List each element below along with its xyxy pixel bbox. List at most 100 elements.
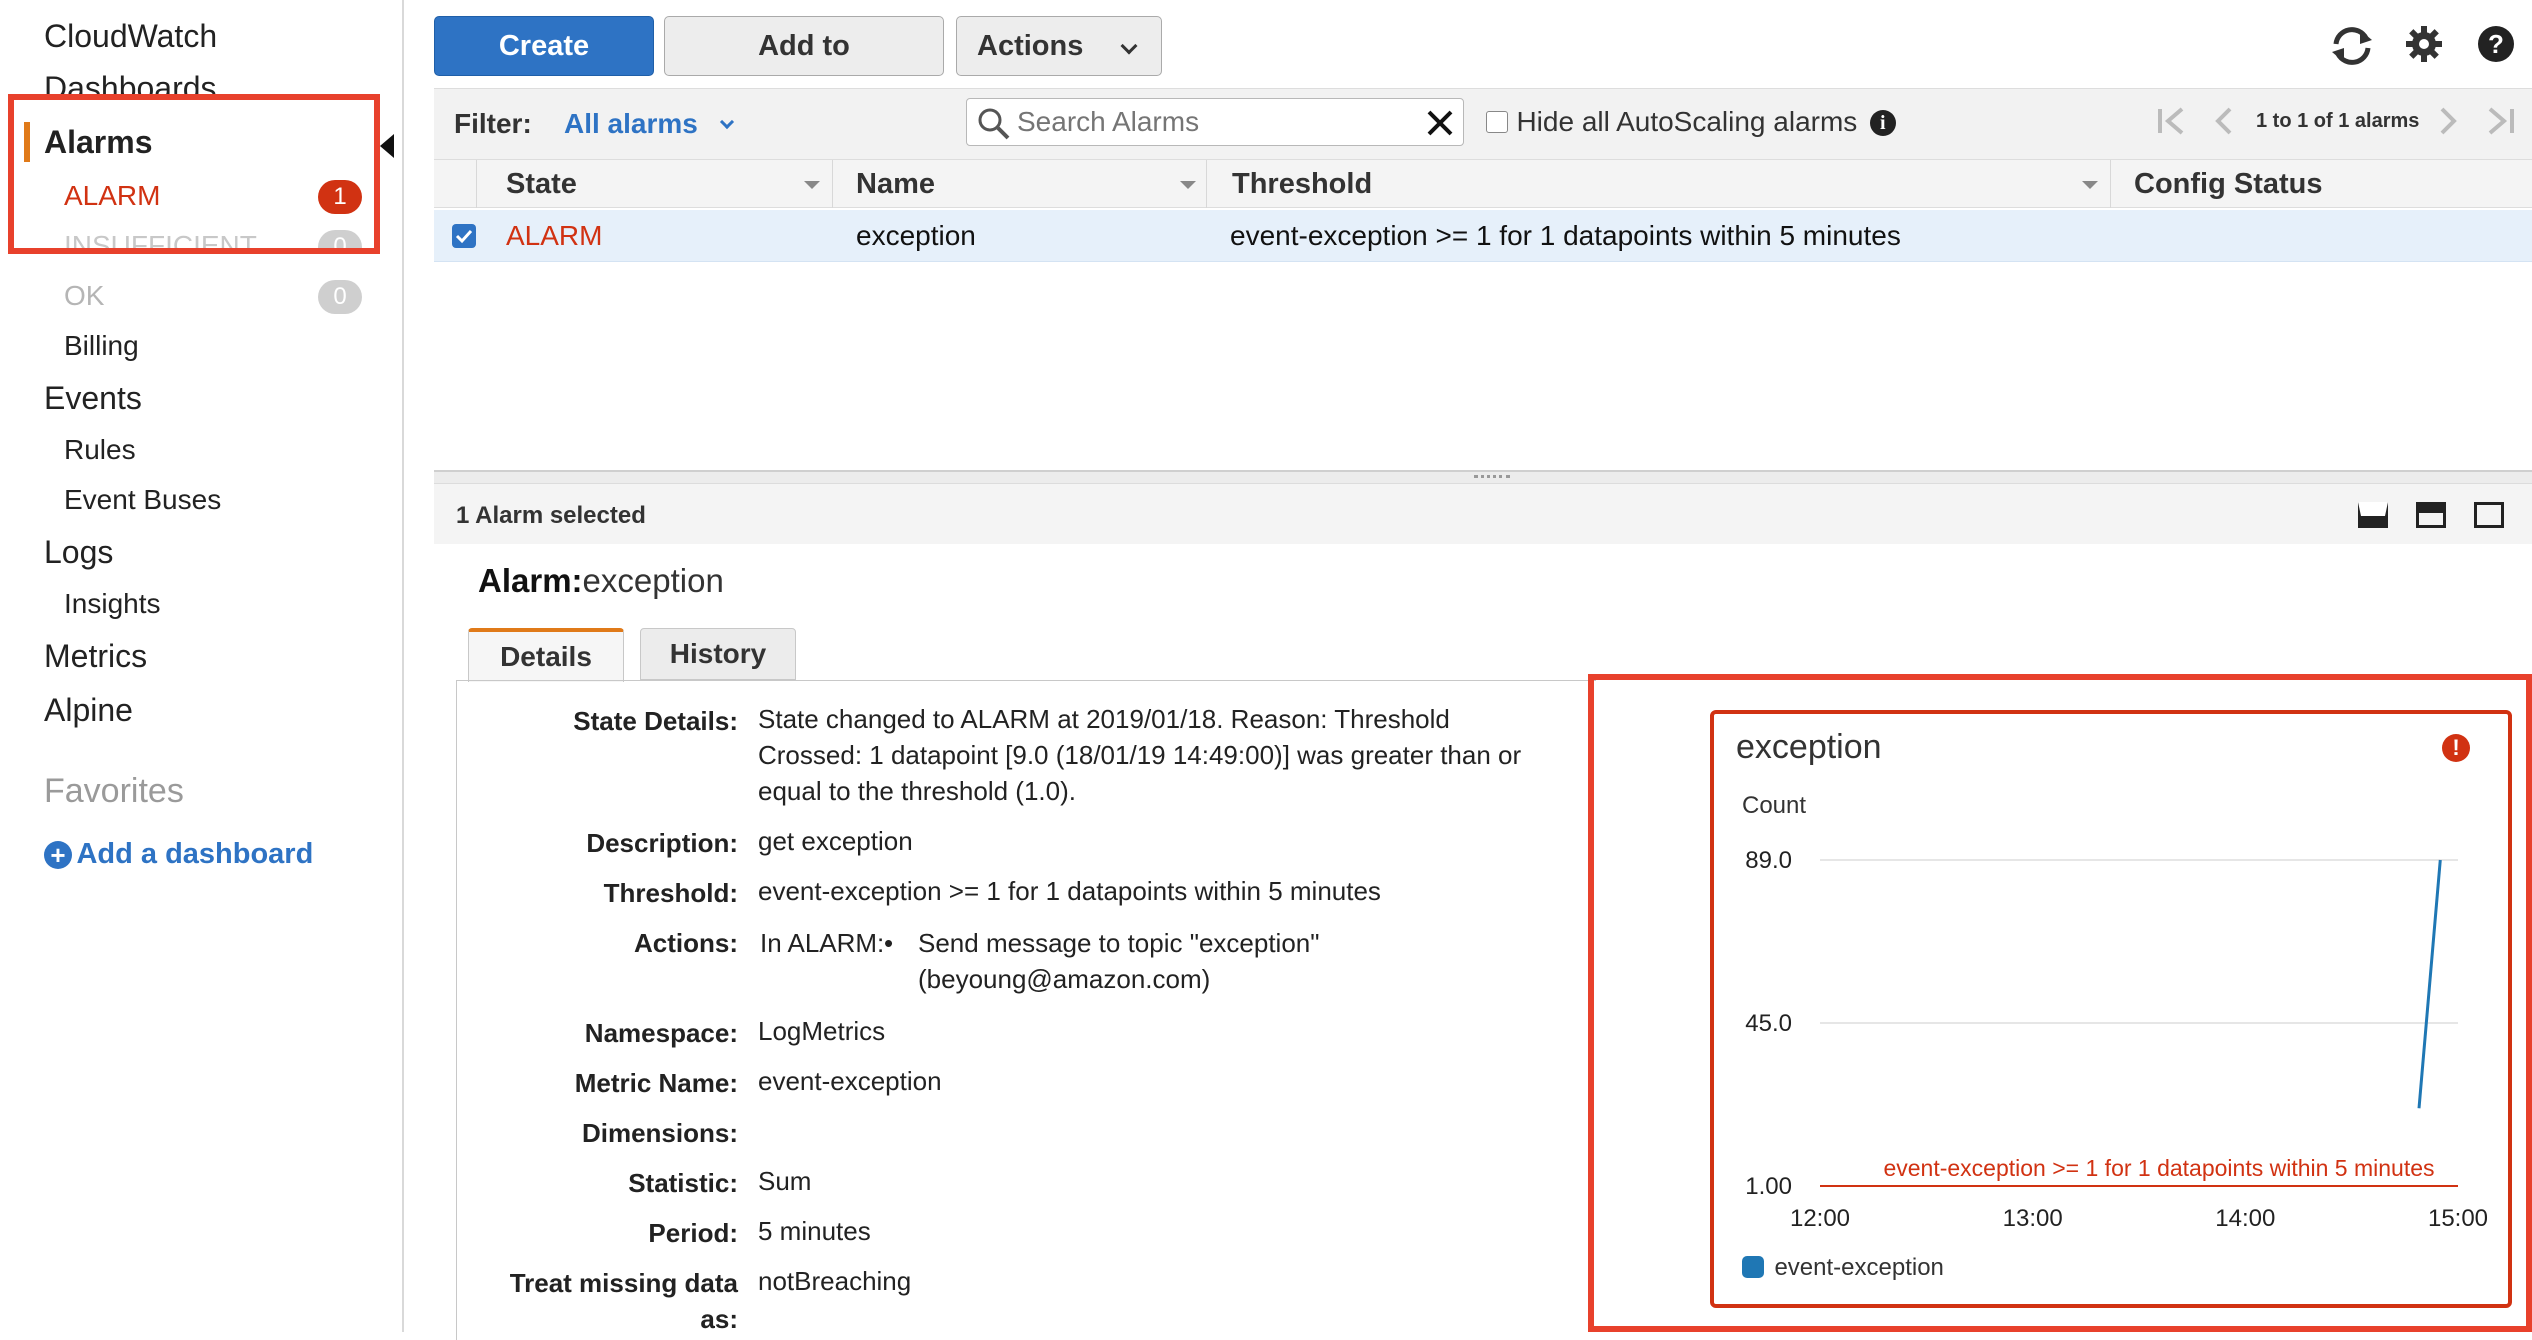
sidebar-item-metrics[interactable]: Metrics	[44, 638, 147, 675]
actions-line-1: Send message to topic "exception"	[918, 928, 1320, 958]
hide-autoscaling-checkbox[interactable]	[1486, 111, 1508, 133]
sidebar-item-event-buses[interactable]: Event Buses	[64, 484, 221, 516]
selection-bar	[434, 484, 2532, 544]
search-input[interactable]	[1015, 103, 1385, 141]
sidebar-item-alpine[interactable]: Alpine	[44, 692, 133, 729]
chart-y-label: Count	[1742, 792, 1807, 819]
sidebar-item-billing[interactable]: Billing	[64, 330, 139, 362]
filter-dropdown[interactable]: All alarms	[564, 108, 735, 140]
dock-bottom-icon[interactable]	[2358, 502, 2388, 528]
series-line-event-exception	[2417, 859, 2442, 1109]
x-tick-label: 14:00	[2215, 1205, 2275, 1232]
refresh-icon[interactable]	[2330, 26, 2374, 66]
y-tick-label: 89.0	[1745, 847, 1792, 874]
actions-line-2: (beyoung@amazon.com)	[918, 964, 1211, 994]
gear-icon[interactable]	[2404, 24, 2444, 64]
clear-search-icon[interactable]	[1425, 108, 1455, 138]
namespace-label: Namespace:	[584, 1018, 738, 1048]
alarm-title-prefix: Alarm:	[478, 562, 583, 599]
legend-label: event-exception	[1774, 1254, 1944, 1281]
dock-split-icon[interactable]	[2416, 502, 2446, 528]
legend: event-exception	[1742, 1254, 1944, 1282]
column-header-config-status[interactable]: Config Status	[2134, 160, 2323, 208]
state-details-line-3: equal to the threshold (1.0).	[758, 776, 1076, 806]
y-tick-label: 1.00	[1745, 1173, 1792, 1200]
column-header-threshold[interactable]: Threshold	[1232, 160, 1372, 208]
sidebar-item-rules[interactable]: Rules	[64, 434, 136, 466]
hide-autoscaling-option: Hide all AutoScaling alarms i	[1486, 106, 1896, 138]
help-icon[interactable]: ?	[2476, 24, 2516, 64]
panel-splitter[interactable]	[434, 470, 2532, 484]
column-separator	[832, 160, 833, 208]
ok-count-badge: 0	[318, 280, 362, 314]
y-tick-label: 45.0	[1745, 1010, 1792, 1037]
row-threshold-cell: event-exception >= 1 for 1 datapoints wi…	[1230, 220, 1901, 251]
row-state-cell: ALARM	[506, 220, 603, 251]
treat-missing-label-2: as:	[700, 1304, 738, 1334]
actions-dropdown[interactable]: Actions	[956, 16, 1162, 76]
column-header-state[interactable]: State	[506, 160, 577, 208]
threshold-label: Threshold:	[603, 878, 738, 908]
hide-autoscaling-label: Hide all AutoScaling alarms	[1516, 106, 1858, 137]
x-tick-label: 15:00	[2428, 1205, 2488, 1232]
search-icon	[978, 108, 1010, 140]
alarm-title-name: exception	[582, 562, 724, 599]
chevron-down-icon	[1120, 37, 1138, 55]
filter-value: All alarms	[564, 108, 698, 139]
favorites-heading: Favorites	[44, 772, 184, 810]
pagination-text: 1 to 1 of 1 alarms	[2256, 110, 2420, 132]
sidebar-item-logs[interactable]: Logs	[44, 534, 113, 571]
collapse-sidebar-icon[interactable]	[380, 134, 394, 158]
state-details-line-1: State changed to ALARM at 2019/01/18. Re…	[758, 704, 1450, 734]
dimensions-label: Dimensions:	[581, 1118, 738, 1148]
metric-name-label: Metric Name:	[574, 1068, 738, 1098]
description-label: Description:	[586, 828, 738, 858]
row-checkbox[interactable]	[452, 224, 476, 248]
create-alarm-button[interactable]: Create Alarm	[434, 16, 654, 120]
sidebar-item-ok[interactable]: OK	[64, 280, 104, 312]
state-details-label: State Details:	[573, 706, 738, 736]
selection-summary: 1 Alarm selected	[456, 502, 646, 529]
add-to-dashboard-button[interactable]: Add to Dashboard	[664, 16, 944, 120]
sidebar-item-cloudwatch[interactable]: CloudWatch	[44, 18, 217, 55]
legend-swatch	[1742, 1256, 1764, 1278]
last-page-icon[interactable]	[2484, 106, 2516, 136]
sort-caret-icon[interactable]	[804, 181, 820, 189]
column-separator	[2110, 160, 2111, 208]
metric-name-value: event-exception	[758, 1066, 942, 1096]
filter-label: Filter:	[454, 108, 532, 139]
sort-caret-icon[interactable]	[2082, 181, 2098, 189]
sidebar-item-insights[interactable]: Insights	[64, 588, 161, 620]
sort-caret-icon[interactable]	[1180, 181, 1196, 189]
threshold-value: event-exception >= 1 for 1 datapoints wi…	[758, 876, 1381, 906]
search-box	[966, 98, 1464, 146]
treat-missing-label-1: Treat missing data	[509, 1268, 738, 1298]
first-page-icon[interactable]	[2156, 106, 2188, 136]
statistic-value: Sum	[758, 1166, 812, 1196]
bullet-icon: •	[884, 928, 894, 958]
namespace-value: LogMetrics	[758, 1016, 886, 1046]
column-separator	[476, 160, 477, 208]
line-chart: 89.0 45.0 1.00 12:00 13:00 14:00 15:00 event-ex…	[1745, 847, 2488, 1232]
row-name-cell[interactable]: exception	[856, 220, 976, 252]
tab-history[interactable]: History	[640, 628, 796, 680]
chart-title: exception	[1736, 728, 1882, 766]
x-tick-label: 12:00	[1790, 1205, 1850, 1232]
alarm-exclamation-icon: !	[2442, 734, 2470, 762]
column-header-name[interactable]: Name	[856, 160, 935, 208]
dock-full-icon[interactable]	[2474, 502, 2504, 528]
actions-label-field: Actions:	[634, 928, 738, 958]
threshold-label: event-exception >= 1 for 1 datapoints wi…	[1883, 1155, 2434, 1181]
sidebar-item-events[interactable]: Events	[44, 380, 142, 417]
actions-state: In ALARM:	[760, 928, 885, 958]
actions-label: Actions	[977, 30, 1084, 62]
state-details-line-2: Crossed: 1 datapoint [9.0 (18/01/19 14:4…	[758, 740, 1522, 770]
tab-details[interactable]: Details	[468, 628, 624, 682]
next-page-icon[interactable]	[2436, 106, 2460, 136]
treat-missing-value: notBreaching	[758, 1266, 912, 1296]
checkmark-icon	[455, 229, 473, 244]
info-icon[interactable]: i	[1869, 110, 1896, 136]
prev-page-icon[interactable]	[2212, 106, 2236, 136]
description-value: get exception	[758, 826, 913, 856]
statistic-label: Statistic:	[628, 1168, 738, 1198]
